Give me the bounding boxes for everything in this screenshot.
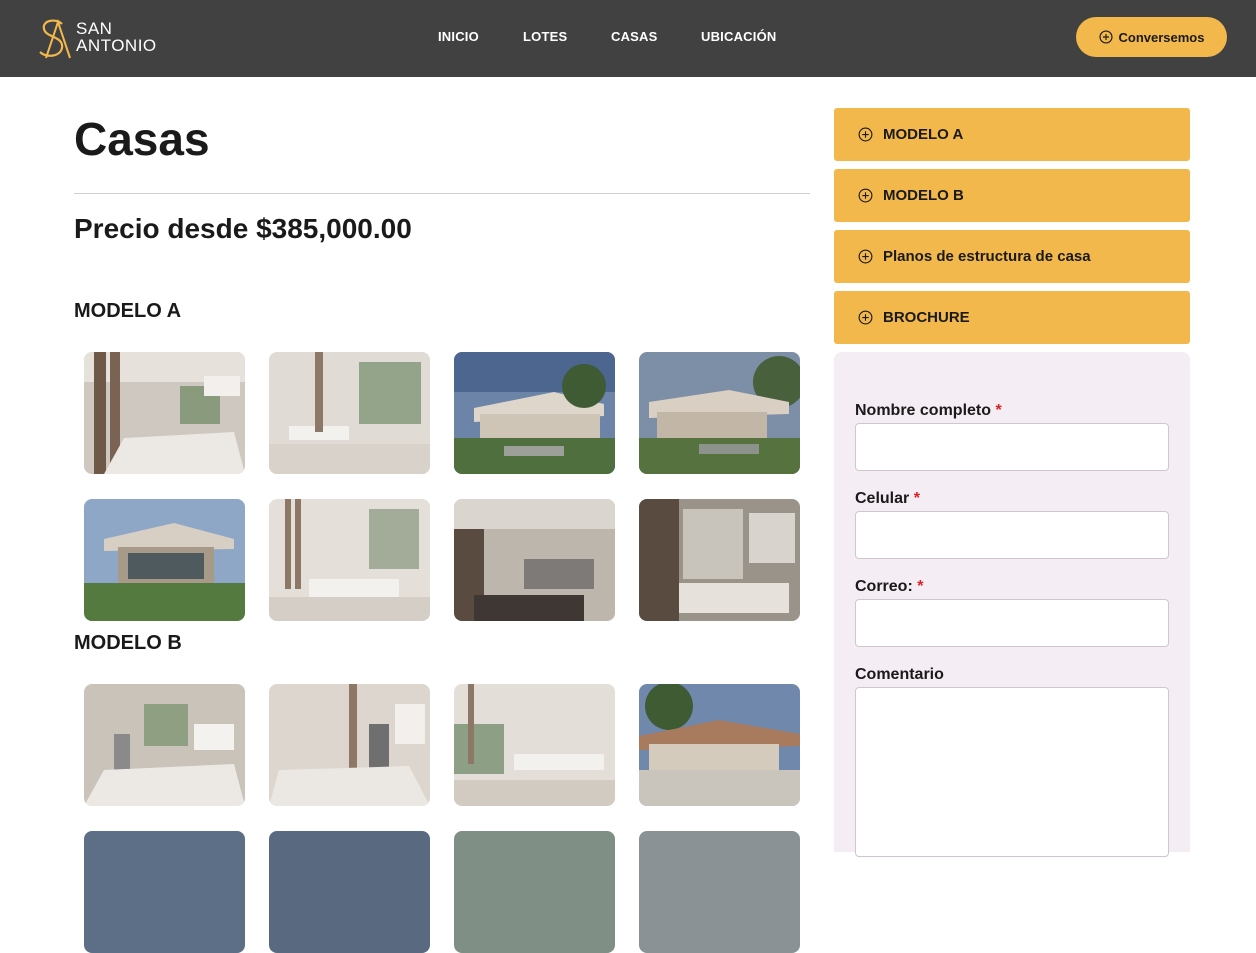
- plus-circle-icon: [858, 188, 873, 203]
- comment-label: Comentario: [855, 666, 944, 683]
- name-label: Nombre completo *: [855, 402, 1002, 420]
- main-nav: INICIO LOTES CASAS UBICACIÓN: [0, 29, 1256, 49]
- price-heading: Precio desde $385,000.00: [74, 213, 412, 244]
- plus-circle-icon: [858, 127, 873, 142]
- required-mark: *: [917, 578, 924, 595]
- nav-item-lotes[interactable]: LOTES: [523, 29, 567, 44]
- section-title-modelo-a: MODELO A: [74, 300, 182, 322]
- accordion-brochure[interactable]: BROCHURE: [834, 291, 1190, 344]
- gallery-image[interactable]: [454, 831, 615, 953]
- name-field[interactable]: [855, 423, 1169, 471]
- gallery-image[interactable]: [639, 831, 800, 953]
- gallery-image[interactable]: [269, 684, 430, 806]
- conversemos-button[interactable]: Conversemos: [1076, 17, 1227, 57]
- required-mark: *: [995, 402, 1002, 419]
- gallery-modelo-a: [84, 352, 800, 622]
- email-field[interactable]: [855, 599, 1169, 647]
- section-title-modelo-b: MODELO B: [74, 632, 182, 654]
- gallery-modelo-b: [84, 684, 800, 953]
- nav-item-ubicacion[interactable]: UBICACIÓN: [701, 29, 776, 44]
- gallery-image[interactable]: [454, 352, 615, 474]
- email-label-text: Correo:: [855, 578, 913, 595]
- accordion-label: MODELO A: [883, 126, 964, 143]
- gallery-image[interactable]: [84, 684, 245, 806]
- gallery-image[interactable]: [84, 831, 245, 953]
- accordion-label: BROCHURE: [883, 309, 970, 326]
- phone-label-text: Celular: [855, 490, 910, 507]
- site-header: SAN ANTONIO INICIO LOTES CASAS UBICACIÓN…: [0, 0, 1256, 77]
- nav-item-inicio[interactable]: INICIO: [438, 29, 479, 44]
- cta-label: Conversemos: [1118, 29, 1205, 45]
- gallery-image[interactable]: [454, 684, 615, 806]
- name-label-text: Nombre completo: [855, 402, 992, 419]
- comment-field[interactable]: [855, 687, 1169, 857]
- accordion-label: Planos de estructura de casa: [883, 248, 1091, 265]
- email-label: Correo: *: [855, 578, 923, 596]
- title-divider: [74, 193, 810, 194]
- gallery-image[interactable]: [639, 499, 800, 621]
- nav-item-casas[interactable]: CASAS: [611, 29, 658, 44]
- required-mark: *: [913, 490, 920, 507]
- plus-circle-icon: [858, 310, 873, 325]
- gallery-image[interactable]: [269, 831, 430, 953]
- gallery-image[interactable]: [639, 684, 800, 806]
- gallery-image[interactable]: [269, 499, 430, 621]
- plus-circle-icon: [1098, 30, 1113, 44]
- accordion-modelo-a[interactable]: MODELO A: [834, 108, 1190, 161]
- gallery-image[interactable]: [639, 352, 800, 474]
- phone-field[interactable]: [855, 511, 1169, 559]
- accordion-planos[interactable]: Planos de estructura de casa: [834, 230, 1190, 283]
- gallery-image[interactable]: [269, 352, 430, 474]
- plus-circle-icon: [858, 249, 873, 264]
- phone-label: Celular *: [855, 490, 920, 508]
- gallery-image[interactable]: [84, 352, 245, 474]
- gallery-image[interactable]: [84, 499, 245, 621]
- page-title: Casas: [74, 113, 210, 165]
- accordion-label: MODELO B: [883, 187, 964, 204]
- accordion-modelo-b[interactable]: MODELO B: [834, 169, 1190, 222]
- gallery-image[interactable]: [454, 499, 615, 621]
